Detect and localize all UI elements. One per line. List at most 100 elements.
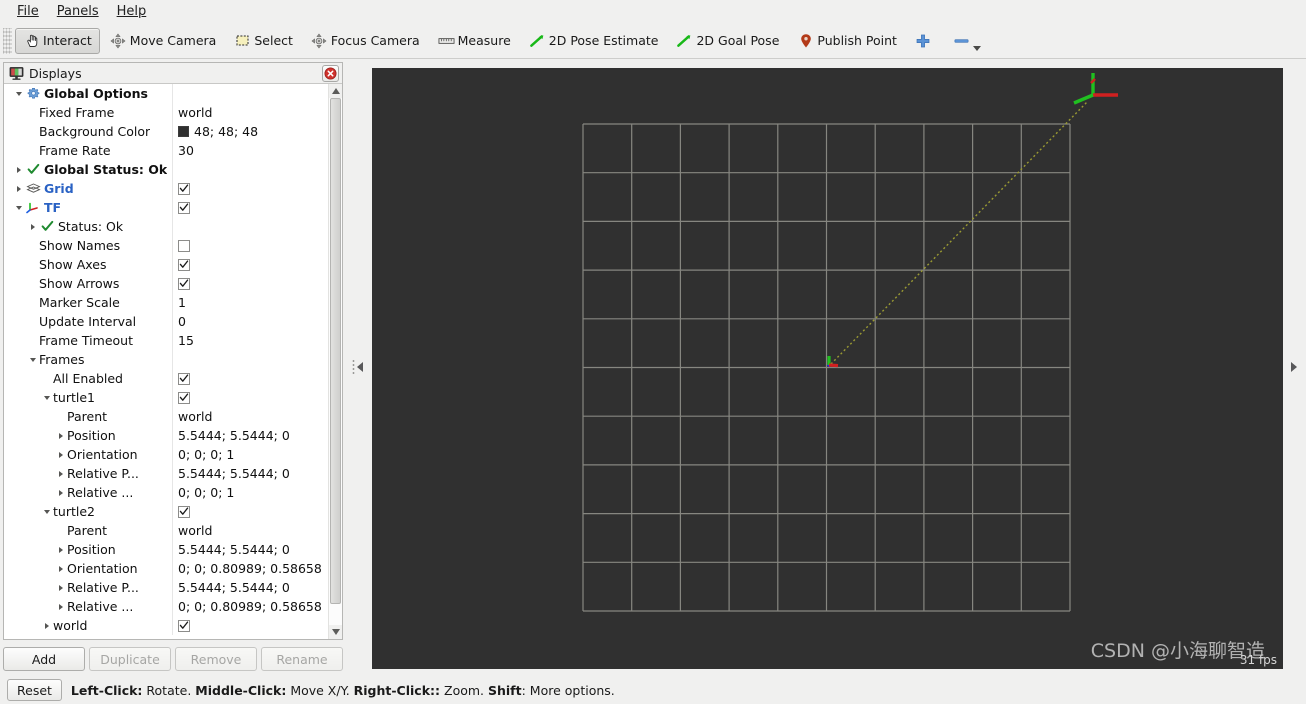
chevron-right-icon[interactable] — [54, 540, 67, 559]
chevron-right-icon[interactable] — [40, 616, 53, 635]
tf-axes-marker-turtle2[interactable] — [1073, 73, 1118, 105]
tool-publish-point[interactable]: Publish Point — [789, 28, 905, 54]
tree-row-value-cell[interactable]: 0; 0; 0; 1 — [172, 483, 328, 502]
chevron-right-icon[interactable] — [12, 160, 25, 179]
tree-row-marker-scale[interactable]: Marker Scale 1 — [4, 293, 328, 312]
checkbox-checked[interactable] — [178, 182, 190, 195]
tree-row-global-options[interactable]: Global Options — [4, 84, 328, 103]
tree-row-frames[interactable]: Frames — [4, 350, 328, 369]
tree-row-value-cell[interactable]: 0; 0; 0.80989; 0.58658 — [172, 559, 328, 578]
tree-row-value-cell[interactable]: 1 — [172, 293, 328, 312]
tree-row-turtle2[interactable]: turtle2 — [4, 502, 328, 521]
tool-focus-camera[interactable]: Focus Camera — [303, 28, 428, 54]
chevron-right-icon[interactable] — [1291, 362, 1297, 372]
tree-row-value-cell[interactable] — [172, 236, 328, 255]
left-splitter-handle[interactable] — [348, 62, 366, 672]
displays-scrollbar[interactable] — [328, 84, 342, 639]
chevron-down-icon[interactable] — [973, 30, 982, 52]
tree-row-orientation[interactable]: Orientation 0; 0; 0.80989; 0.58658 — [4, 559, 328, 578]
remove-button[interactable]: Remove — [175, 647, 257, 671]
tool-select[interactable]: Select — [226, 28, 301, 54]
tree-row-value-cell[interactable] — [172, 369, 328, 388]
rename-button[interactable]: Rename — [261, 647, 343, 671]
right-splitter-handle[interactable] — [1286, 62, 1302, 672]
tree-row-relative-p[interactable]: Relative P... 5.5444; 5.5444; 0 — [4, 464, 328, 483]
tree-row-turtle1[interactable]: turtle1 — [4, 388, 328, 407]
close-icon[interactable] — [322, 64, 339, 82]
tree-row-global-status-ok[interactable]: Global Status: Ok — [4, 160, 328, 179]
tree-row-value-cell[interactable] — [172, 502, 328, 521]
tree-row-parent[interactable]: Parent world — [4, 407, 328, 426]
tree-row-value-cell[interactable] — [172, 350, 328, 369]
tree-row-value-cell[interactable]: 30 — [172, 141, 328, 160]
chevron-down-icon[interactable] — [26, 350, 39, 369]
tool-2d-goal-pose[interactable]: 2D Goal Pose — [668, 28, 787, 54]
reset-button[interactable]: Reset — [7, 679, 62, 701]
add-tool-button[interactable] — [907, 28, 943, 54]
tool-interact[interactable]: Interact — [15, 27, 100, 54]
tree-row-tf[interactable]: TF — [4, 198, 328, 217]
add-button[interactable]: Add — [3, 647, 85, 671]
tree-row-orientation[interactable]: Orientation 0; 0; 0; 1 — [4, 445, 328, 464]
menu-help[interactable]: Help — [108, 2, 156, 22]
duplicate-button[interactable]: Duplicate — [89, 647, 171, 671]
tree-row-parent[interactable]: Parent world — [4, 521, 328, 540]
tree-row-value-cell[interactable]: 5.5444; 5.5444; 0 — [172, 426, 328, 445]
tree-row-position[interactable]: Position 5.5444; 5.5444; 0 — [4, 426, 328, 445]
tree-row-frame-timeout[interactable]: Frame Timeout 15 — [4, 331, 328, 350]
tree-row-value-cell[interactable]: world — [172, 521, 328, 540]
tree-row-relative[interactable]: Relative ... 0; 0; 0.80989; 0.58658 — [4, 597, 328, 616]
remove-tool-button[interactable] — [945, 28, 990, 54]
chevron-right-icon[interactable] — [54, 483, 67, 502]
chevron-down-icon[interactable] — [12, 84, 25, 103]
checkbox-checked[interactable] — [178, 277, 190, 290]
tree-row-value-cell[interactable] — [172, 274, 328, 293]
tree-row-value-cell[interactable]: 5.5444; 5.5444; 0 — [172, 464, 328, 483]
checkbox-checked[interactable] — [178, 372, 190, 385]
scroll-up-icon[interactable] — [329, 84, 342, 98]
checkbox-checked[interactable] — [178, 258, 190, 271]
tree-row-value-cell[interactable]: 0; 0; 0.80989; 0.58658 — [172, 597, 328, 616]
tree-row-value-cell[interactable]: 0 — [172, 312, 328, 331]
tree-row-show-arrows[interactable]: Show Arrows — [4, 274, 328, 293]
tree-row-value-cell[interactable] — [172, 388, 328, 407]
checkbox-checked[interactable] — [178, 391, 190, 404]
menu-panels[interactable]: Panels — [48, 2, 108, 22]
tool-move-camera[interactable]: Move Camera — [102, 28, 225, 54]
tool-2d-pose-estimate[interactable]: 2D Pose Estimate — [521, 28, 667, 54]
tree-row-relative-p[interactable]: Relative P... 5.5444; 5.5444; 0 — [4, 578, 328, 597]
tree-row-grid[interactable]: Grid — [4, 179, 328, 198]
chevron-right-icon[interactable] — [26, 217, 39, 236]
checkbox-checked[interactable] — [178, 201, 190, 214]
tf-axes-marker-turtle1[interactable] — [826, 356, 839, 368]
tree-row-value-cell[interactable]: world — [172, 407, 328, 426]
tree-row-value-cell[interactable]: world — [172, 103, 328, 122]
tree-row-value-cell[interactable] — [172, 616, 328, 635]
tool-measure[interactable]: Measure — [430, 28, 519, 54]
tree-row-value-cell[interactable]: 5.5444; 5.5444; 0 — [172, 540, 328, 559]
chevron-down-icon[interactable] — [40, 502, 53, 521]
tree-row-value-cell[interactable] — [172, 160, 328, 179]
tree-row-show-names[interactable]: Show Names — [4, 236, 328, 255]
tree-row-value-cell[interactable]: 15 — [172, 331, 328, 350]
chevron-right-icon[interactable] — [54, 464, 67, 483]
tree-row-all-enabled[interactable]: All Enabled — [4, 369, 328, 388]
tree-row-value-cell[interactable] — [172, 198, 328, 217]
tree-row-frame-rate[interactable]: Frame Rate 30 — [4, 141, 328, 160]
chevron-right-icon[interactable] — [54, 559, 67, 578]
tree-row-value-cell[interactable] — [172, 84, 328, 103]
checkbox-unchecked[interactable] — [178, 239, 190, 252]
tree-row-world[interactable]: world — [4, 616, 328, 635]
tree-row-status-ok[interactable]: Status: Ok — [4, 217, 328, 236]
checkbox-checked[interactable] — [178, 619, 190, 632]
scrollbar-thumb[interactable] — [330, 98, 341, 604]
checkbox-checked[interactable] — [178, 505, 190, 518]
tree-row-position[interactable]: Position 5.5444; 5.5444; 0 — [4, 540, 328, 559]
menu-file[interactable]: File — [8, 2, 48, 22]
chevron-right-icon[interactable] — [54, 445, 67, 464]
tree-row-value-cell[interactable] — [172, 179, 328, 198]
chevron-right-icon[interactable] — [54, 597, 67, 616]
tree-row-value-cell[interactable] — [172, 255, 328, 274]
tree-row-value-cell[interactable]: 5.5444; 5.5444; 0 — [172, 578, 328, 597]
chevron-right-icon[interactable] — [54, 578, 67, 597]
